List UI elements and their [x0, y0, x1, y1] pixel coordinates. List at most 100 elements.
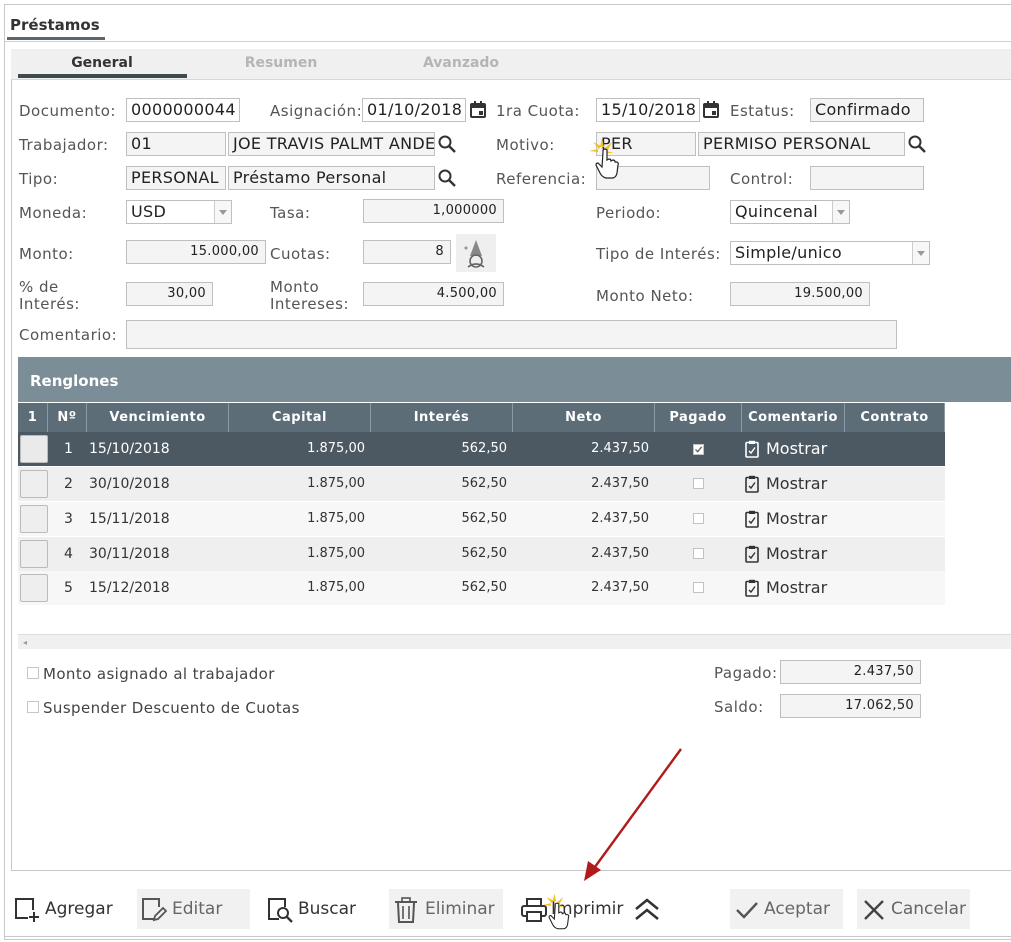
column-header[interactable]: Interés: [371, 403, 513, 432]
table-row[interactable]: 3 15/11/2018 1.875,00 562,50 2.437,50 Mo…: [18, 502, 945, 536]
monto-asignado-checkbox[interactable]: [27, 667, 39, 679]
column-header[interactable]: Pagado: [655, 403, 742, 432]
search-icon[interactable]: [438, 135, 456, 157]
search-icon[interactable]: [908, 135, 926, 157]
monto-field[interactable]: 15.000,00: [126, 240, 266, 264]
control-label: Control:: [730, 170, 794, 188]
chevron-up-double-icon[interactable]: [633, 897, 661, 927]
table-row[interactable]: 1 15/10/2018 1.875,00 562,50 2.437,50 Mo…: [18, 432, 945, 466]
tipo-code-field[interactable]: PERSONAL: [126, 166, 226, 190]
mostrar-link[interactable]: Mostrar: [766, 537, 827, 571]
row-selector[interactable]: [20, 540, 48, 568]
documento-field[interactable]: 0000000044: [126, 98, 240, 122]
cuotas-label: Cuotas:: [270, 245, 331, 263]
pct-interes-field[interactable]: 30,00: [126, 282, 213, 306]
window-title: Préstamos: [10, 16, 100, 34]
horizontal-scrollbar[interactable]: ◂: [18, 634, 1011, 649]
row-number: 3: [64, 511, 73, 527]
row-selector[interactable]: [20, 505, 48, 533]
table-row[interactable]: 2 30/10/2018 1.875,00 562,50 2.437,50 Mo…: [18, 467, 945, 501]
column-header[interactable]: Vencimiento: [87, 403, 229, 432]
pagado-checkbox[interactable]: [693, 444, 704, 455]
mostrar-link[interactable]: Mostrar: [766, 571, 827, 605]
mostrar-link[interactable]: Mostrar: [766, 467, 827, 501]
editar-button[interactable]: Editar: [137, 889, 250, 929]
pagado-checkbox[interactable]: [693, 513, 704, 524]
suspender-label[interactable]: Suspender Descuento de Cuotas: [43, 699, 300, 717]
close-icon: [862, 897, 886, 937]
tipo-name-field[interactable]: Préstamo Personal: [228, 166, 435, 190]
pagado-total-field: 2.437,50: [780, 660, 921, 684]
pagado-checkbox[interactable]: [693, 548, 704, 559]
calendar-icon[interactable]: [470, 101, 486, 122]
clipboard-icon: [745, 510, 759, 532]
search-icon[interactable]: [438, 169, 456, 191]
motivo-name-field[interactable]: PERMISO PERSONAL: [698, 132, 905, 156]
vencimiento-cell: 30/10/2018: [89, 476, 170, 492]
tab-avanzado[interactable]: Avanzado: [377, 55, 545, 71]
pagado-checkbox[interactable]: [693, 478, 704, 489]
tipo-interes-select[interactable]: Simple/unico: [730, 241, 930, 265]
asignacion-date-field[interactable]: 01/10/2018: [362, 98, 466, 122]
hand-cursor-icon: [542, 893, 572, 935]
table-row[interactable]: 4 30/11/2018 1.875,00 562,50 2.437,50 Mo…: [18, 537, 945, 571]
interes-cell: 562,50: [461, 546, 508, 561]
monto-asignado-label[interactable]: Monto asignado al trabajador: [43, 665, 275, 683]
clipboard-icon: [745, 475, 759, 497]
wizard-icon[interactable]: [456, 234, 496, 272]
agregar-button[interactable]: Agregar: [12, 889, 122, 929]
tasa-field[interactable]: 1,000000: [363, 199, 504, 223]
row-selector[interactable]: [20, 435, 48, 463]
pagado-label: Pagado:: [714, 664, 778, 682]
column-header[interactable]: Nº: [48, 403, 87, 432]
column-header[interactable]: Capital: [229, 403, 371, 432]
comentario-field[interactable]: [126, 320, 897, 349]
clipboard-icon: [745, 545, 759, 567]
row-selector[interactable]: [20, 574, 48, 602]
imprimir-button[interactable]: Imprimir: [519, 889, 629, 929]
renglones-title: Renglones: [30, 372, 119, 390]
row-selector[interactable]: [20, 470, 48, 498]
control-field[interactable]: [810, 166, 924, 190]
chevron-down-icon: [214, 201, 231, 223]
scroll-left-icon[interactable]: ◂: [23, 638, 27, 647]
periodo-select[interactable]: Quincenal: [730, 200, 850, 224]
pct-interes-label-line2: Interés:: [19, 295, 80, 313]
monto-intereses-field: 4.500,00: [363, 282, 504, 306]
tab-resumen[interactable]: Resumen: [197, 55, 365, 71]
cancelar-button[interactable]: Cancelar: [857, 889, 970, 929]
mostrar-link[interactable]: Mostrar: [766, 432, 827, 466]
referencia-label: Referencia:: [496, 170, 587, 188]
interes-cell: 562,50: [461, 476, 508, 491]
trabajador-code-field[interactable]: 01: [126, 132, 226, 156]
column-header[interactable]: Comentario: [742, 403, 845, 432]
moneda-select[interactable]: USD: [126, 200, 232, 224]
eliminar-button[interactable]: Eliminar: [389, 889, 503, 929]
motivo-label: Motivo:: [496, 136, 555, 154]
pagado-checkbox[interactable]: [693, 582, 704, 593]
column-header[interactable]: Neto: [513, 403, 655, 432]
trabajador-name-field[interactable]: JOE TRAVIS PALMT ANDERSON: [228, 132, 435, 156]
calendar-icon[interactable]: [703, 101, 719, 122]
saldo-total-field: 17.062,50: [780, 694, 921, 718]
aceptar-button[interactable]: Aceptar: [730, 889, 843, 929]
suspender-checkbox[interactable]: [27, 701, 39, 713]
moneda-label: Moneda:: [19, 204, 88, 222]
buscar-button[interactable]: Buscar: [265, 889, 375, 929]
column-header[interactable]: Contrato: [845, 403, 945, 432]
mostrar-link[interactable]: Mostrar: [766, 502, 827, 536]
cancelar-label: Cancelar: [891, 899, 966, 919]
chevron-down-icon: [832, 201, 849, 223]
window-title-divider: [5, 41, 1011, 42]
capital-cell: 1.875,00: [307, 476, 365, 491]
primera-cuota-date-field[interactable]: 15/10/2018: [596, 98, 700, 122]
clipboard-icon: [745, 440, 759, 462]
vencimiento-cell: 15/10/2018: [89, 441, 170, 457]
column-header[interactable]: 1: [18, 403, 48, 432]
estatus-label: Estatus:: [730, 102, 795, 120]
renglones-header: [18, 357, 1011, 402]
search-document-icon: [267, 897, 293, 938]
tab-general[interactable]: General: [18, 55, 186, 71]
cuotas-field[interactable]: 8: [363, 240, 451, 264]
table-row[interactable]: 5 15/12/2018 1.875,00 562,50 2.437,50 Mo…: [18, 571, 945, 605]
